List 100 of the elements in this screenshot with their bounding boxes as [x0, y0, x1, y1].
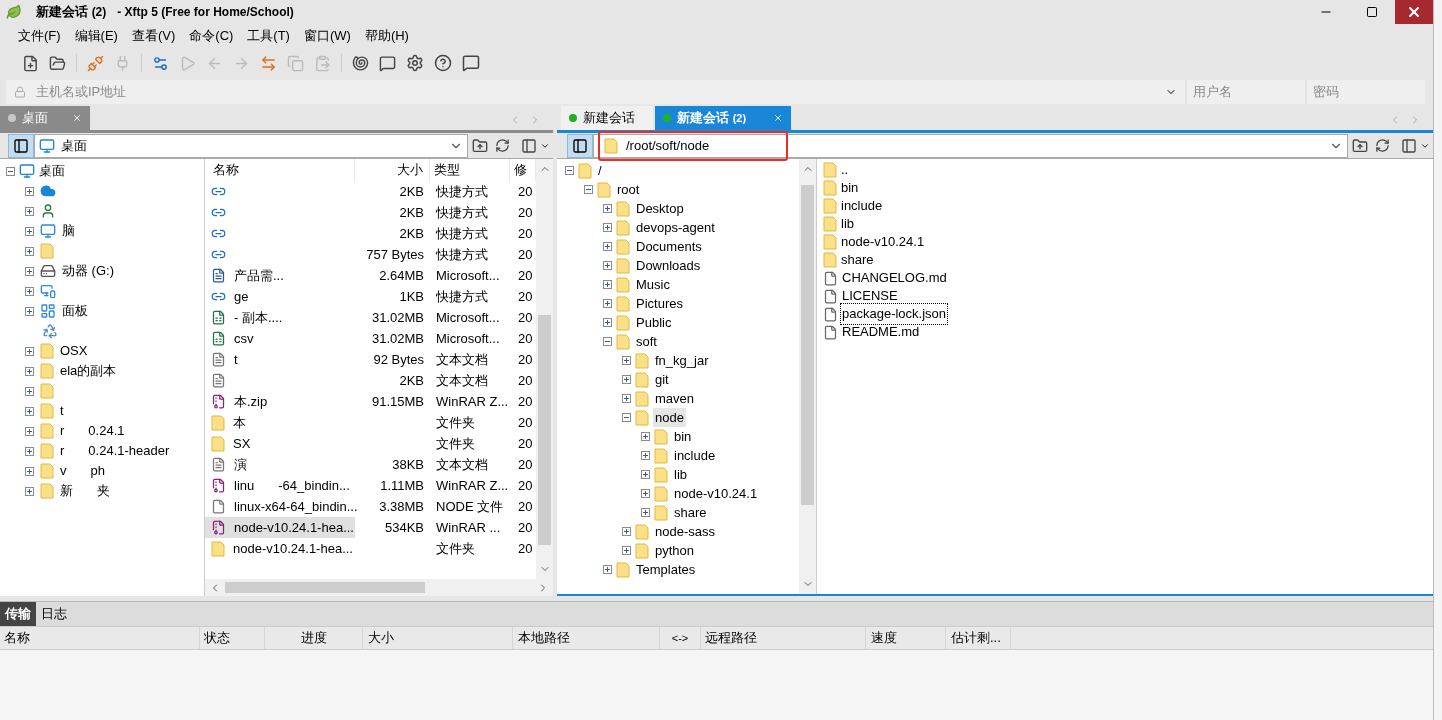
scrollbar[interactable] [799, 159, 816, 594]
file-name-cell[interactable]: 本.zip [205, 391, 355, 412]
expand-icon[interactable] [603, 280, 612, 289]
menu-item[interactable]: 查看(V) [131, 26, 176, 46]
tree-item[interactable]: Desktop [634, 198, 686, 219]
expand-icon[interactable] [622, 375, 631, 384]
password-field[interactable]: 密码 [1307, 80, 1425, 104]
file-name[interactable]: lib [840, 214, 855, 234]
tree-item[interactable]: devops-agent [634, 217, 717, 238]
tree-item[interactable]: python [653, 540, 697, 561]
tree-item[interactable]: share [672, 502, 709, 523]
file-name[interactable]: package-lock.json [841, 304, 948, 324]
tree-item[interactable]: lib [672, 464, 689, 485]
expand-icon[interactable] [25, 486, 34, 496]
menu-item[interactable]: 编辑(E) [74, 26, 118, 46]
file-name-cell[interactable]: t [205, 349, 355, 370]
file-name[interactable]: share [840, 250, 875, 270]
expand-icon[interactable] [641, 470, 650, 479]
panel-toggle-button[interactable] [8, 133, 34, 158]
session-tab[interactable]: 新建会话 (2) [655, 106, 791, 130]
path-field[interactable]: 桌面 [34, 133, 468, 158]
file-name-cell[interactable]: - 副本.... [205, 307, 355, 328]
file-name-cell[interactable]: 演 [205, 454, 355, 475]
bottom-tab[interactable]: 传输 [0, 602, 36, 626]
column-header[interactable]: 名称 [205, 159, 355, 181]
file-name[interactable]: .. [840, 160, 850, 180]
file-name[interactable]: README.md [841, 322, 921, 342]
menu-item[interactable]: 帮助(H) [364, 26, 409, 46]
tree-item[interactable]: node-sass [653, 521, 717, 542]
menu-item[interactable]: 工具(T) [247, 26, 290, 46]
tree-item[interactable]: bin [672, 426, 694, 447]
expand-icon[interactable] [25, 226, 34, 236]
tree-item[interactable]: / [596, 160, 604, 181]
column-header[interactable]: 类型 [430, 159, 510, 181]
session-tab[interactable]: 新建会话 [561, 106, 653, 130]
expand-icon[interactable] [641, 489, 650, 498]
expand-icon[interactable] [25, 406, 34, 416]
collapse-icon[interactable] [603, 337, 612, 346]
expand-icon[interactable] [25, 446, 34, 456]
column-header[interactable]: 大小 [355, 159, 430, 181]
collapse-icon[interactable] [565, 166, 574, 175]
tree-item[interactable]: soft [634, 331, 659, 352]
column-header[interactable]: 大小 [363, 627, 513, 649]
host-field[interactable]: 主机名或IP地址 [36, 82, 1155, 102]
expand-icon[interactable] [641, 508, 650, 517]
expand-icon[interactable] [603, 318, 612, 327]
expand-icon[interactable] [25, 266, 34, 276]
expand-icon[interactable] [603, 204, 612, 213]
file-name-cell[interactable]: ge [205, 286, 355, 307]
column-header[interactable]: 速度 [866, 627, 946, 649]
tree-item[interactable]: maven [653, 388, 697, 409]
tree-item[interactable]: git [653, 369, 671, 390]
column-header[interactable]: <-> [660, 627, 701, 649]
address-field[interactable]: 主机名或IP地址 [6, 80, 1185, 104]
column-header[interactable]: 状态 [200, 627, 265, 649]
expand-icon[interactable] [622, 527, 631, 536]
expand-icon[interactable] [25, 286, 34, 296]
expand-icon[interactable] [641, 432, 650, 441]
horizontal-scrollbar[interactable] [205, 579, 553, 596]
tree-item[interactable]: Templates [634, 559, 698, 580]
file-name-cell[interactable]: linu -64_bindin... [205, 475, 355, 496]
column-header[interactable]: 本地路径 [513, 627, 660, 649]
expand-icon[interactable] [25, 246, 34, 256]
file-name-cell[interactable]: SX [205, 433, 355, 454]
expand-icon[interactable] [25, 346, 34, 356]
tree-item[interactable]: Downloads [634, 255, 703, 276]
column-header[interactable]: 名称 [0, 627, 200, 649]
panel-toggle-button[interactable] [567, 133, 593, 158]
expand-icon[interactable] [25, 366, 34, 376]
tree-item[interactable]: node [653, 407, 686, 428]
tree-item[interactable]: Documents [634, 236, 704, 257]
tree-item[interactable]: Music [634, 274, 672, 295]
path-field[interactable]: /root/soft/node [593, 133, 1348, 158]
tree-item[interactable]: fn_kg_jar [653, 350, 711, 371]
tree-item[interactable]: include [672, 445, 718, 466]
expand-icon[interactable] [622, 546, 631, 555]
tree-item[interactable]: Pictures [634, 293, 685, 314]
expand-icon[interactable] [25, 466, 34, 476]
expand-icon[interactable] [25, 426, 34, 436]
username-field[interactable]: 用户名 [1187, 80, 1305, 104]
menu-item[interactable]: 命令(C) [189, 26, 234, 46]
file-name-cell[interactable]: 本 [205, 412, 355, 433]
expand-icon[interactable] [603, 261, 612, 270]
file-name-cell[interactable]: 产品需... [205, 265, 355, 286]
collapse-icon[interactable] [622, 413, 631, 422]
expand-icon[interactable] [25, 206, 34, 216]
menu-item[interactable]: 窗口(W) [303, 26, 351, 46]
file-name-cell[interactable]: node-v10.24.1-hea... [205, 538, 355, 559]
tree-item[interactable]: Public [634, 312, 674, 333]
tree-item[interactable]: root [615, 179, 642, 200]
expand-icon[interactable] [603, 565, 612, 574]
file-name[interactable]: node-v10.24.1 [840, 232, 926, 252]
menu-item[interactable]: 文件(F) [18, 26, 61, 46]
expand-icon[interactable] [25, 386, 34, 396]
file-name[interactable]: LICENSE [841, 286, 899, 306]
file-name-cell[interactable]: linux-x64-64_bindin... [205, 496, 355, 517]
column-header[interactable]: 远程路径 [701, 627, 866, 649]
tree-item[interactable]: node-v10.24.1 [672, 483, 760, 504]
expand-icon[interactable] [603, 299, 612, 308]
bottom-tab[interactable]: 日志 [36, 602, 72, 626]
